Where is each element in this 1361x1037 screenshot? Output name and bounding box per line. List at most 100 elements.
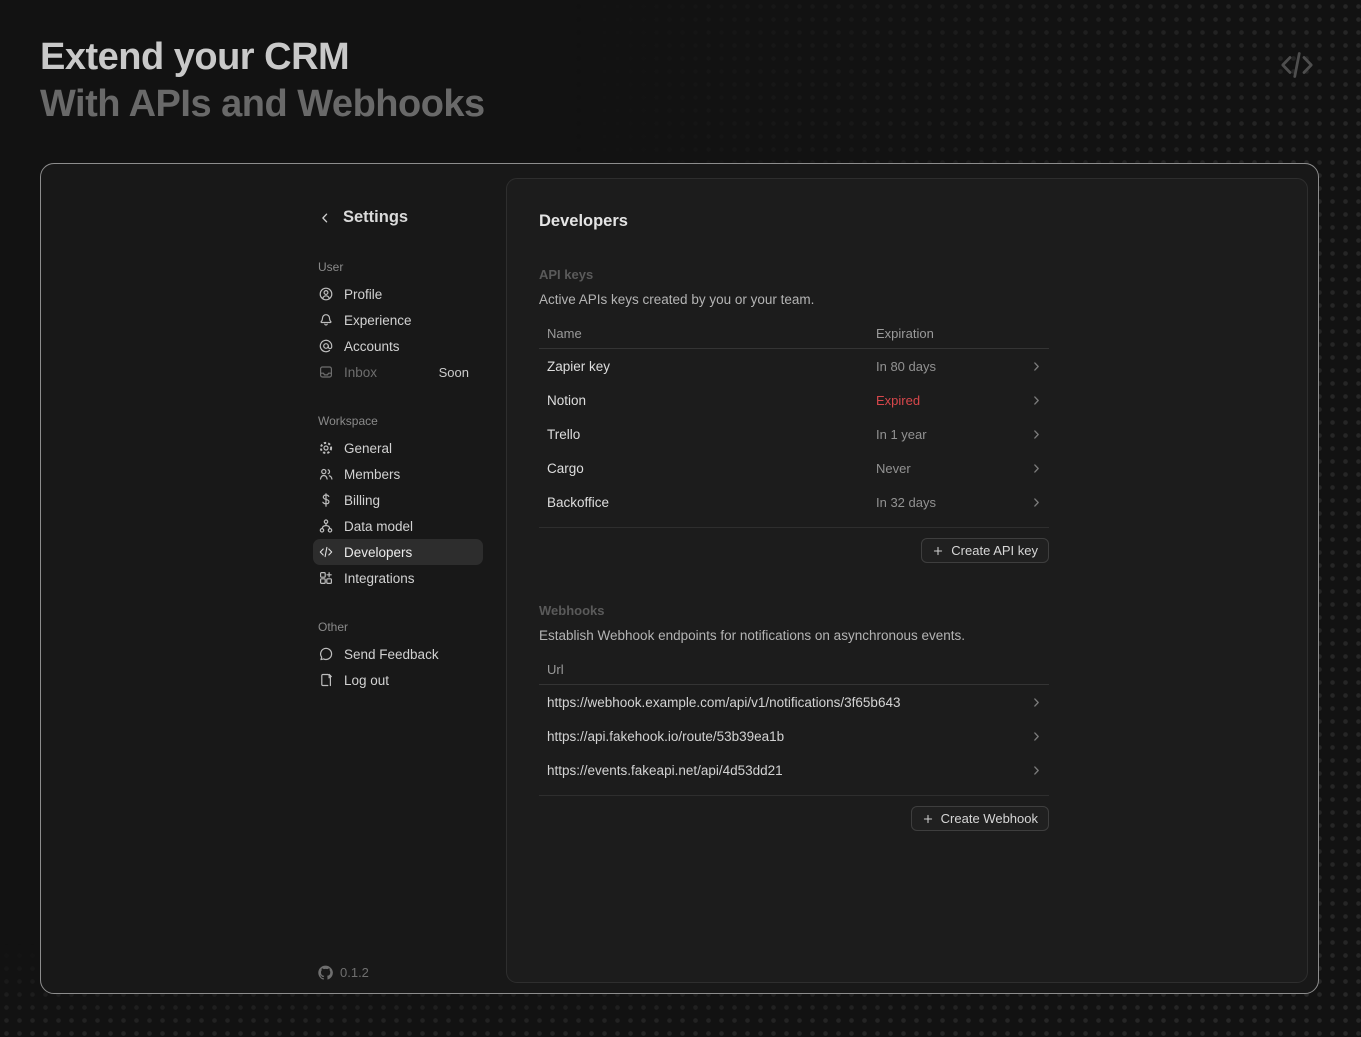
webhooks-heading: Webhooks bbox=[539, 603, 1275, 618]
code-icon bbox=[1277, 45, 1317, 85]
plus-icon bbox=[932, 545, 944, 557]
chat-bubble-icon bbox=[318, 646, 334, 662]
version-number: 0.1.2 bbox=[340, 965, 369, 980]
chevron-right-icon bbox=[1029, 427, 1044, 442]
bell-icon bbox=[318, 312, 334, 328]
sidebar-item-label: Billing bbox=[344, 493, 380, 508]
webhooks-table-header: Url bbox=[539, 655, 1049, 685]
sidebar-item-label: Send Feedback bbox=[344, 647, 439, 662]
page-hero: Extend your CRM With APIs and Webhooks bbox=[40, 34, 485, 128]
sidebar-item-members[interactable]: Members bbox=[313, 461, 483, 487]
sidebar-item-log-out[interactable]: Log out bbox=[313, 667, 483, 693]
create-api-key-label: Create API key bbox=[951, 543, 1038, 558]
api-keys-table-header: Name Expiration bbox=[539, 319, 1049, 349]
app-version: 0.1.2 bbox=[318, 965, 369, 980]
panel-title: Developers bbox=[539, 212, 1275, 231]
table-row[interactable]: Cargo Never bbox=[539, 451, 1049, 485]
sidebar-item-send-feedback[interactable]: Send Feedback bbox=[313, 641, 483, 667]
webhook-url: https://api.fakehook.io/route/53b39ea1b bbox=[539, 729, 1029, 744]
chevron-right-icon bbox=[1029, 729, 1044, 744]
sidebar-item-inbox: Inbox Soon bbox=[313, 359, 483, 385]
github-icon bbox=[318, 965, 333, 980]
settings-title: Settings bbox=[343, 208, 408, 227]
chevron-right-icon bbox=[1029, 359, 1044, 374]
plus-icon bbox=[922, 813, 934, 825]
column-header-url: Url bbox=[539, 662, 876, 677]
soon-badge: Soon bbox=[439, 365, 475, 380]
sidebar-item-label: Profile bbox=[344, 287, 382, 302]
chevron-right-icon bbox=[1029, 695, 1044, 710]
sidebar-item-general[interactable]: General bbox=[313, 435, 483, 461]
at-sign-icon bbox=[318, 338, 334, 354]
api-key-expiration: In 80 days bbox=[876, 359, 1029, 374]
sidebar-item-developers[interactable]: Developers bbox=[313, 539, 483, 565]
section-label-user: User bbox=[318, 260, 483, 274]
sidebar-item-integrations[interactable]: Integrations bbox=[313, 565, 483, 591]
sidebar-item-label: Experience bbox=[344, 313, 412, 328]
user-circle-icon bbox=[318, 286, 334, 302]
sidebar-item-data-model[interactable]: Data model bbox=[313, 513, 483, 539]
api-key-expiration: In 32 days bbox=[876, 495, 1029, 510]
sidebar-item-label: General bbox=[344, 441, 392, 456]
chevron-right-icon bbox=[1029, 763, 1044, 778]
sidebar-item-label: Integrations bbox=[344, 571, 415, 586]
sidebar-item-label: Data model bbox=[344, 519, 413, 534]
sidebar-item-accounts[interactable]: Accounts bbox=[313, 333, 483, 359]
api-key-name: Backoffice bbox=[539, 495, 876, 510]
sidebar-item-label: Developers bbox=[344, 545, 412, 560]
sidebar-item-experience[interactable]: Experience bbox=[313, 307, 483, 333]
api-key-expiration: Never bbox=[876, 461, 1029, 476]
developers-panel: Developers API keys Active APIs keys cre… bbox=[506, 178, 1308, 983]
table-row[interactable]: Notion Expired bbox=[539, 383, 1049, 417]
hierarchy-icon bbox=[318, 518, 334, 534]
sidebar-item-label: Log out bbox=[344, 673, 389, 688]
sidebar-item-billing[interactable]: Billing bbox=[313, 487, 483, 513]
api-key-expiration: Expired bbox=[876, 393, 1029, 408]
column-header-name: Name bbox=[539, 326, 876, 341]
column-header-expiration: Expiration bbox=[876, 326, 1049, 341]
table-row[interactable]: Zapier key In 80 days bbox=[539, 349, 1049, 383]
table-row[interactable]: https://webhook.example.com/api/v1/notif… bbox=[539, 685, 1049, 719]
section-label-workspace: Workspace bbox=[318, 414, 483, 428]
table-row[interactable]: Backoffice In 32 days bbox=[539, 485, 1049, 519]
webhooks-footer: Create Webhook bbox=[539, 795, 1049, 831]
grid-plus-icon bbox=[318, 570, 334, 586]
sidebar-item-label: Inbox bbox=[344, 365, 377, 380]
sidebar-item-profile[interactable]: Profile bbox=[313, 281, 483, 307]
gear-icon bbox=[318, 440, 334, 456]
api-key-name: Cargo bbox=[539, 461, 876, 476]
table-row[interactable]: Trello In 1 year bbox=[539, 417, 1049, 451]
webhooks-description: Establish Webhook endpoints for notifica… bbox=[539, 628, 1275, 643]
users-icon bbox=[318, 466, 334, 482]
api-key-name: Trello bbox=[539, 427, 876, 442]
webhook-url: https://webhook.example.com/api/v1/notif… bbox=[539, 695, 1029, 710]
settings-back-button[interactable]: Settings bbox=[313, 208, 483, 227]
settings-window: Settings User Profile Experience Account… bbox=[40, 163, 1319, 994]
api-keys-description: Active APIs keys created by you or your … bbox=[539, 292, 1275, 307]
code-icon bbox=[318, 544, 334, 560]
chevron-left-icon bbox=[318, 211, 332, 225]
api-keys-heading: API keys bbox=[539, 267, 1275, 282]
section-label-other: Other bbox=[318, 620, 483, 634]
table-row[interactable]: https://events.fakeapi.net/api/4d53dd21 bbox=[539, 753, 1049, 787]
api-key-name: Zapier key bbox=[539, 359, 876, 374]
api-keys-table: Name Expiration Zapier key In 80 days No… bbox=[539, 319, 1049, 563]
log-out-icon bbox=[318, 672, 334, 688]
chevron-right-icon bbox=[1029, 461, 1044, 476]
api-key-expiration: In 1 year bbox=[876, 427, 1029, 442]
webhook-url: https://events.fakeapi.net/api/4d53dd21 bbox=[539, 763, 1029, 778]
settings-sidebar: Settings User Profile Experience Account… bbox=[313, 164, 483, 993]
chevron-right-icon bbox=[1029, 393, 1044, 408]
create-webhook-button[interactable]: Create Webhook bbox=[911, 806, 1049, 831]
create-webhook-label: Create Webhook bbox=[941, 811, 1038, 826]
webhooks-table: Url https://webhook.example.com/api/v1/n… bbox=[539, 655, 1049, 831]
table-row[interactable]: https://api.fakehook.io/route/53b39ea1b bbox=[539, 719, 1049, 753]
hero-subtitle: With APIs and Webhooks bbox=[40, 81, 485, 128]
api-keys-footer: Create API key bbox=[539, 527, 1049, 563]
sidebar-item-label: Accounts bbox=[344, 339, 400, 354]
hero-title: Extend your CRM bbox=[40, 34, 485, 81]
inbox-icon bbox=[318, 364, 334, 380]
api-key-name: Notion bbox=[539, 393, 876, 408]
create-api-key-button[interactable]: Create API key bbox=[921, 538, 1049, 563]
chevron-right-icon bbox=[1029, 495, 1044, 510]
